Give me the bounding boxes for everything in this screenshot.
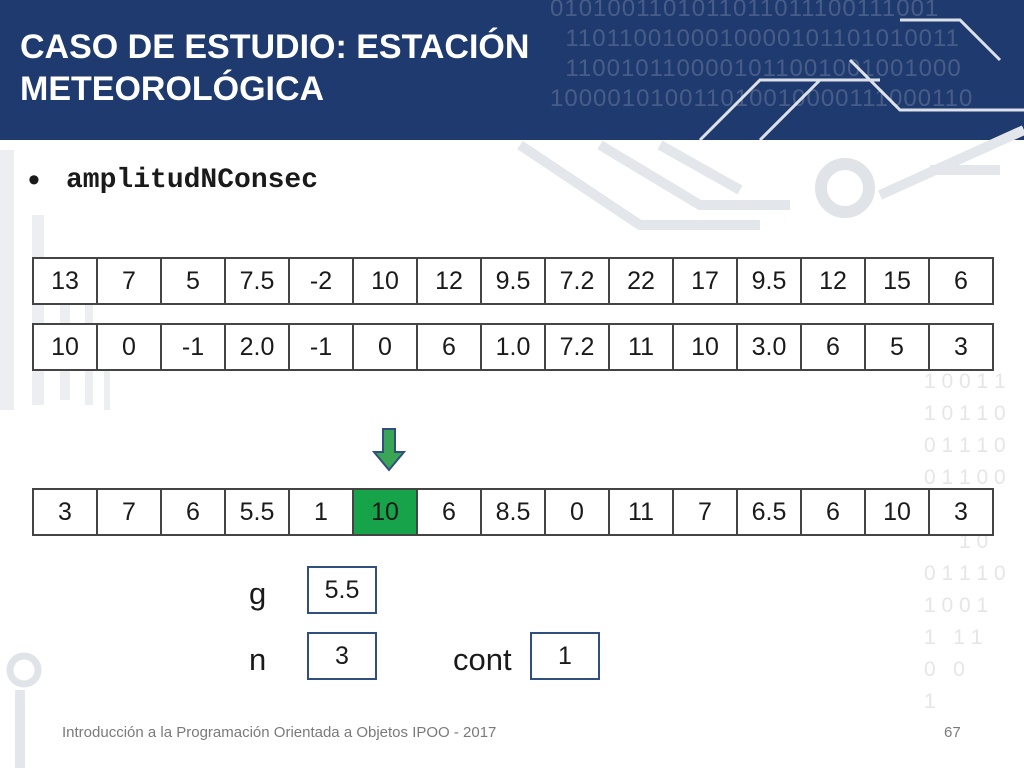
array-cell: 5 xyxy=(162,257,226,305)
array-cell: 9.5 xyxy=(482,257,546,305)
array-cell: 9.5 xyxy=(738,257,802,305)
g-label: g xyxy=(249,576,267,611)
array-cell: -1 xyxy=(162,323,226,371)
array-row-2: 10 0 -1 2.0 -1 0 6 1.0 7.2 11 10 3.0 6 5 3 xyxy=(32,323,994,371)
down-arrow-icon xyxy=(372,428,406,472)
array-cell: 0 xyxy=(354,323,418,371)
array-cell: 7 xyxy=(674,488,738,536)
array-cell: 13 xyxy=(34,257,98,305)
array-cell: 10 xyxy=(354,488,418,536)
array-cell: 6 xyxy=(802,488,866,536)
array-cell: 11 xyxy=(610,488,674,536)
array-cell: 3 xyxy=(930,323,994,371)
array-cell: 10 xyxy=(354,257,418,305)
array-cell: 10 xyxy=(866,488,930,536)
array-cell: 6.5 xyxy=(738,488,802,536)
array-row-1: 13 7 5 7.5 -2 10 12 9.5 7.2 22 17 9.5 12 15 6 xyxy=(32,257,994,305)
array-cell: 11 xyxy=(610,323,674,371)
array-cell: 6 xyxy=(930,257,994,305)
array-cell: 0 xyxy=(98,323,162,371)
array-cell: 10 xyxy=(34,323,98,371)
array-row-3: 3 7 6 5.5 1 10 6 8.5 0 11 7 6.5 6 10 3 xyxy=(32,488,994,536)
array-cell: -2 xyxy=(290,257,354,305)
array-cell: 5.5 xyxy=(226,488,290,536)
array-cell: 1 xyxy=(290,488,354,536)
array-cell: 12 xyxy=(418,257,482,305)
array-cell: 6 xyxy=(162,488,226,536)
array-cell: 15 xyxy=(866,257,930,305)
array-cell: 0 xyxy=(546,488,610,536)
n-value-box: 3 xyxy=(307,632,377,680)
cont-value-box: 1 xyxy=(530,632,600,680)
n-label: n xyxy=(249,642,267,677)
cont-label: cont xyxy=(453,642,512,677)
array-cell: 17 xyxy=(674,257,738,305)
array-cell: -1 xyxy=(290,323,354,371)
array-cell: 8.5 xyxy=(482,488,546,536)
array-cell: 3 xyxy=(930,488,994,536)
array-cell: 5 xyxy=(866,323,930,371)
array-cell: 7 xyxy=(98,257,162,305)
slide-footer: Introducción a la Programación Orientada… xyxy=(62,724,497,741)
method-name: amplitudNConsec xyxy=(66,165,319,196)
array-cell: 7.2 xyxy=(546,323,610,371)
array-cell: 7 xyxy=(98,488,162,536)
circuit-decoration xyxy=(0,18,1024,768)
array-cell: 3.0 xyxy=(738,323,802,371)
array-cell: 3 xyxy=(34,488,98,536)
array-cell: 6 xyxy=(418,323,482,371)
array-cell: 1.0 xyxy=(482,323,546,371)
array-cell: 22 xyxy=(610,257,674,305)
g-value-box: 5.5 xyxy=(307,566,377,614)
array-cell: 12 xyxy=(802,257,866,305)
array-cell: 6 xyxy=(802,323,866,371)
page-number: 67 xyxy=(944,724,961,741)
bullet-marker: • xyxy=(28,161,40,199)
array-cell: 6 xyxy=(418,488,482,536)
array-cell: 2.0 xyxy=(226,323,290,371)
array-cell: 7.2 xyxy=(546,257,610,305)
array-cell: 7.5 xyxy=(226,257,290,305)
array-cell: 10 xyxy=(674,323,738,371)
